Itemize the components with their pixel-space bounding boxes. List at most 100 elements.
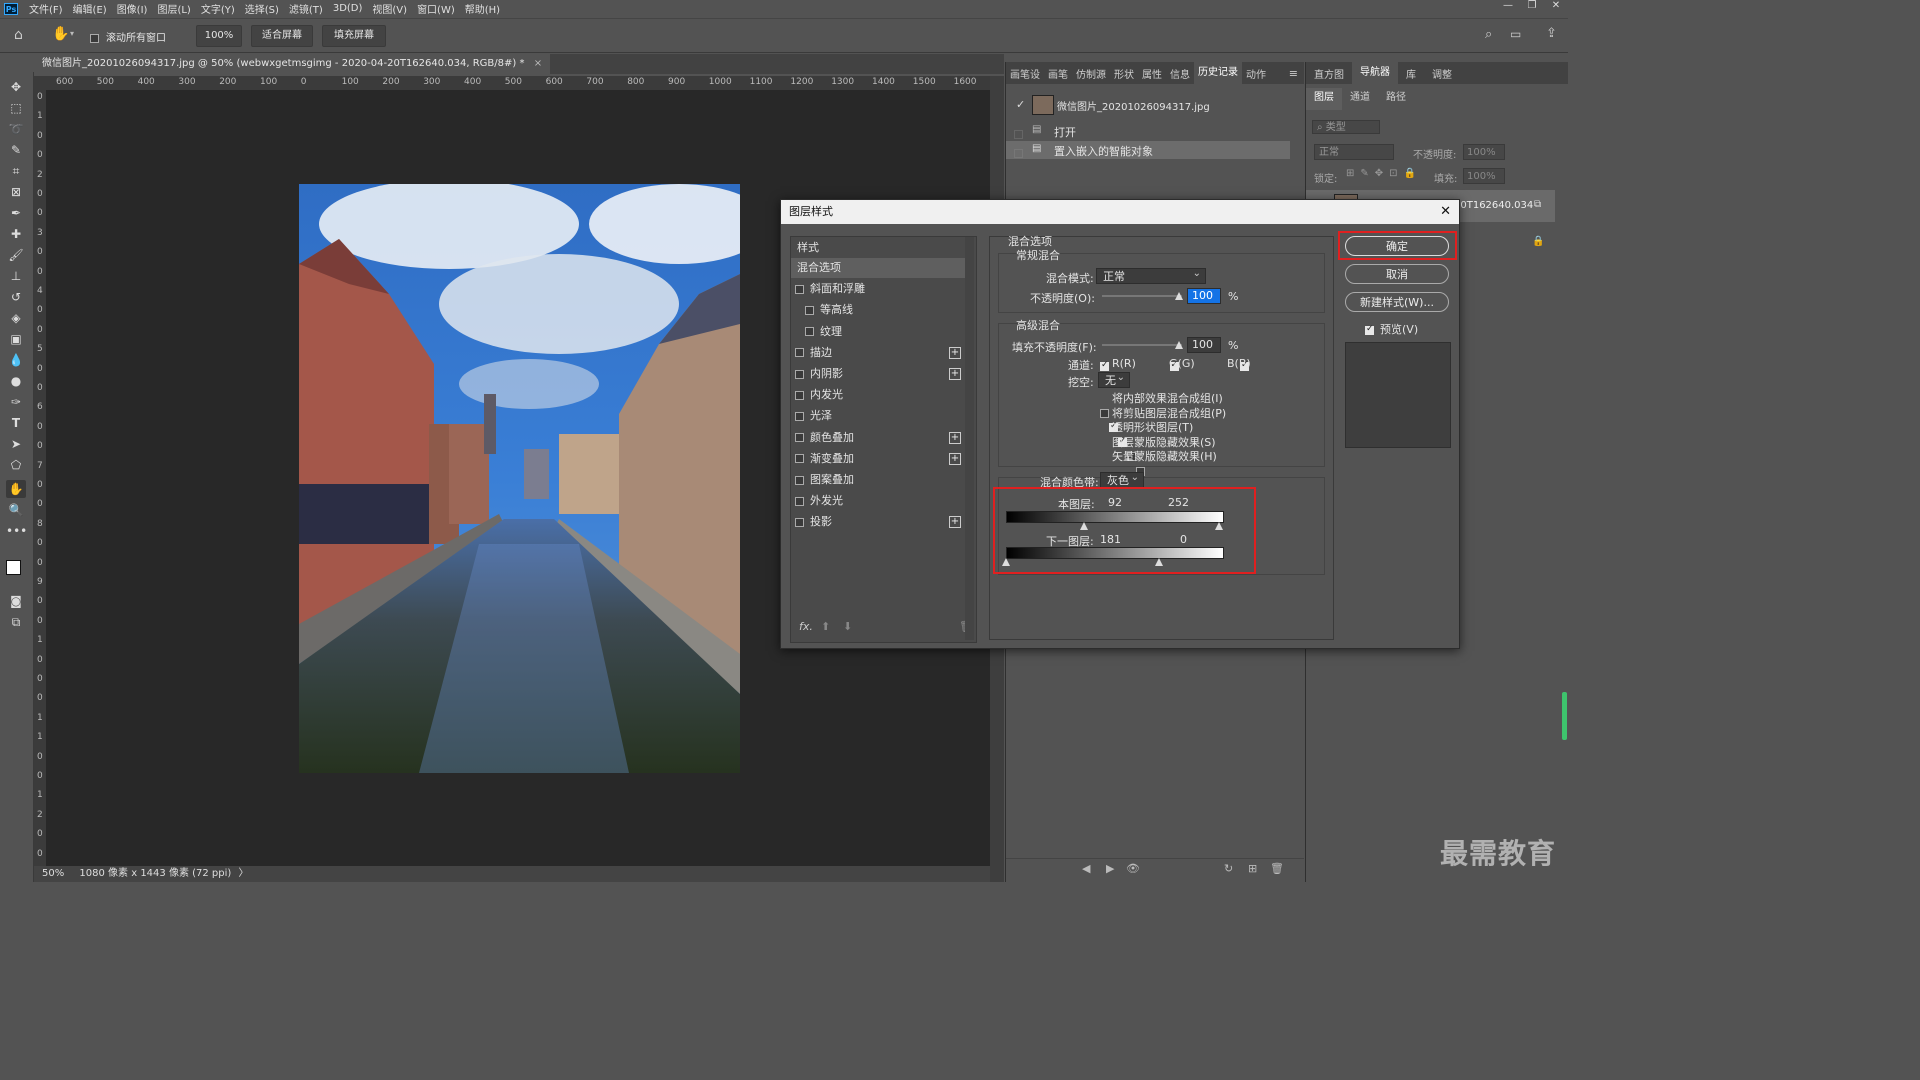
styles-header[interactable]: 样式 bbox=[791, 238, 969, 258]
layers-tab[interactable]: 通道 bbox=[1342, 88, 1378, 108]
add-effect-icon[interactable]: + bbox=[949, 431, 961, 444]
style-item[interactable]: 外发光 bbox=[791, 491, 963, 511]
healing-brush-icon[interactable]: ✚ bbox=[6, 225, 26, 243]
style-item[interactable]: 投影 + bbox=[791, 512, 963, 532]
style-checkbox[interactable] bbox=[795, 348, 804, 358]
right-top-tab[interactable]: 调整 bbox=[1424, 66, 1460, 81]
fill-opacity-slider[interactable] bbox=[1102, 344, 1182, 346]
marquee-tool-icon[interactable]: ⬚ bbox=[6, 99, 26, 117]
layers-tab[interactable]: 图层 bbox=[1306, 88, 1342, 110]
history-item-selected[interactable]: ▤ 置入嵌入的智能对象 bbox=[1006, 141, 1290, 159]
move-tool-icon[interactable]: ✥ bbox=[6, 78, 26, 96]
history-tab[interactable]: 属性 bbox=[1138, 66, 1166, 81]
menu-edit[interactable]: 编辑(E) bbox=[68, 1, 112, 16]
menu-help[interactable]: 帮助(H) bbox=[460, 1, 505, 16]
blend-if-select[interactable]: 灰色 bbox=[1100, 470, 1144, 488]
style-checkbox[interactable] bbox=[795, 454, 804, 464]
dialog-title-bar[interactable]: 图层样式 ✕ bbox=[781, 200, 1459, 224]
blend-mode-select[interactable]: 正常 bbox=[1096, 266, 1206, 284]
preview-checkbox[interactable] bbox=[1365, 324, 1374, 335]
path-select-icon[interactable]: ➤ bbox=[6, 435, 26, 453]
history-tab[interactable]: 动作 bbox=[1242, 66, 1270, 81]
style-item[interactable]: 内发光 bbox=[791, 385, 963, 405]
hand-tool-icon[interactable]: ✋ bbox=[52, 26, 69, 42]
layer-filter-select[interactable]: ⌕ 类型 bbox=[1312, 120, 1380, 134]
scroll-all-windows-checkbox[interactable] bbox=[90, 31, 99, 44]
style-checkbox[interactable] bbox=[795, 517, 804, 527]
menu-window[interactable]: 窗口(W) bbox=[412, 1, 460, 16]
layers-tab[interactable]: 路径 bbox=[1378, 88, 1414, 108]
style-checkbox[interactable] bbox=[805, 305, 814, 315]
right-top-tab[interactable]: 导航器 bbox=[1352, 62, 1398, 84]
style-checkbox[interactable] bbox=[795, 284, 804, 294]
clone-stamp-icon[interactable]: ⊥ bbox=[6, 267, 26, 285]
share-icon[interactable]: ⇪ bbox=[1546, 26, 1557, 41]
prev-icon[interactable]: ◀ bbox=[1082, 862, 1090, 875]
frame-tool-icon[interactable]: ⊠ bbox=[6, 183, 26, 201]
style-checkbox[interactable] bbox=[805, 327, 814, 337]
style-item[interactable]: 渐变叠加 + bbox=[791, 449, 963, 469]
add-effect-icon[interactable]: + bbox=[949, 516, 961, 529]
layer-fill-input[interactable]: 100% bbox=[1463, 168, 1505, 184]
history-tab[interactable]: 信息 bbox=[1166, 66, 1194, 81]
move-up-icon[interactable]: ⬆ bbox=[821, 620, 830, 633]
menu-layer[interactable]: 图层(L) bbox=[152, 1, 195, 16]
menu-view[interactable]: 视图(V) bbox=[367, 1, 412, 16]
history-tab[interactable]: 历史记录 bbox=[1194, 62, 1242, 84]
styles-scrollbar[interactable] bbox=[965, 237, 974, 640]
menu-filter[interactable]: 滤镜(T) bbox=[284, 1, 328, 16]
advanced-option-checkbox[interactable] bbox=[1100, 408, 1109, 418]
history-tab[interactable]: 画笔设 bbox=[1006, 66, 1044, 81]
refresh-icon[interactable]: ↻ bbox=[1224, 862, 1233, 875]
history-tab[interactable]: 画笔 bbox=[1044, 66, 1072, 81]
history-tab[interactable]: 仿制源 bbox=[1072, 66, 1110, 81]
lasso-tool-icon[interactable]: ➰ bbox=[6, 120, 26, 138]
panel-menu-icon[interactable]: ≡ bbox=[1289, 67, 1298, 80]
document-tab[interactable]: 微信图片_20201026094317.jpg @ 50% (webwxgetm… bbox=[34, 54, 551, 74]
style-checkbox[interactable] bbox=[795, 369, 804, 379]
right-top-tab[interactable]: 直方图 bbox=[1306, 66, 1352, 81]
add-effect-icon[interactable]: + bbox=[949, 346, 961, 359]
panel-scrollbar-thumb[interactable] bbox=[1562, 692, 1567, 740]
layer-name[interactable]: 20T162640.034 bbox=[1454, 200, 1533, 211]
gradient-tool-icon[interactable]: ▣ bbox=[6, 330, 26, 348]
history-item[interactable]: ▤ 打开 bbox=[1006, 121, 1290, 141]
cancel-button[interactable]: 取消 bbox=[1345, 264, 1449, 284]
layer-blend-select[interactable]: 正常 bbox=[1314, 144, 1394, 160]
add-effect-icon[interactable]: + bbox=[949, 368, 961, 380]
fit-screen-button[interactable]: 适合屏幕 bbox=[251, 25, 313, 47]
status-expand-icon[interactable]: 〉 bbox=[239, 868, 249, 879]
blur-tool-icon[interactable]: 💧 bbox=[6, 351, 26, 369]
fill-opacity-slider-thumb[interactable] bbox=[1175, 341, 1183, 349]
style-item[interactable]: 光泽 bbox=[791, 406, 963, 426]
dodge-tool-icon[interactable]: ● bbox=[6, 372, 26, 390]
workspace-icon[interactable]: ▭ bbox=[1510, 27, 1521, 41]
layer-opacity-input[interactable]: 100% bbox=[1463, 144, 1505, 160]
eyedropper-tool-icon[interactable]: ✒ bbox=[6, 204, 26, 222]
right-top-tab[interactable]: 库 bbox=[1398, 66, 1424, 81]
foreground-color-swatch[interactable] bbox=[6, 560, 21, 575]
history-brush-source-icon[interactable]: ✓ bbox=[1016, 98, 1025, 111]
style-item[interactable]: 颜色叠加 + bbox=[791, 428, 963, 448]
opacity-slider[interactable] bbox=[1102, 295, 1182, 297]
menu-type[interactable]: 文字(Y) bbox=[196, 1, 240, 16]
history-snapshot[interactable]: ✓ 微信图片_20201026094317.jpg bbox=[1010, 94, 1294, 116]
new-style-button[interactable]: 新建样式(W)... bbox=[1345, 292, 1449, 312]
search-icon[interactable]: ⌕ bbox=[1485, 27, 1492, 42]
knockout-select[interactable]: 无 bbox=[1098, 370, 1130, 388]
channel-r-checkbox[interactable] bbox=[1100, 360, 1109, 371]
minimize-icon[interactable]: — bbox=[1496, 0, 1520, 11]
close-icon[interactable]: ✕ bbox=[1544, 0, 1568, 11]
menu-image[interactable]: 图像(I) bbox=[112, 1, 153, 16]
new-snapshot-icon[interactable]: ⊞ bbox=[1248, 862, 1257, 875]
history-tab[interactable]: 形状 bbox=[1110, 66, 1138, 81]
trash-icon[interactable]: 🗑 bbox=[1270, 862, 1284, 875]
visibility-icon[interactable]: 👁 bbox=[1126, 862, 1140, 875]
fill-opacity-input[interactable]: 100 bbox=[1187, 337, 1221, 353]
quick-mask-icon[interactable]: ◙ bbox=[6, 592, 26, 610]
menu-select[interactable]: 选择(S) bbox=[240, 1, 284, 16]
dialog-close-icon[interactable]: ✕ bbox=[1440, 200, 1451, 224]
restore-icon[interactable]: ❐ bbox=[1520, 0, 1544, 11]
chevron-down-icon[interactable]: ▾ bbox=[70, 29, 74, 38]
fill-screen-button[interactable]: 填充屏幕 bbox=[322, 25, 386, 47]
